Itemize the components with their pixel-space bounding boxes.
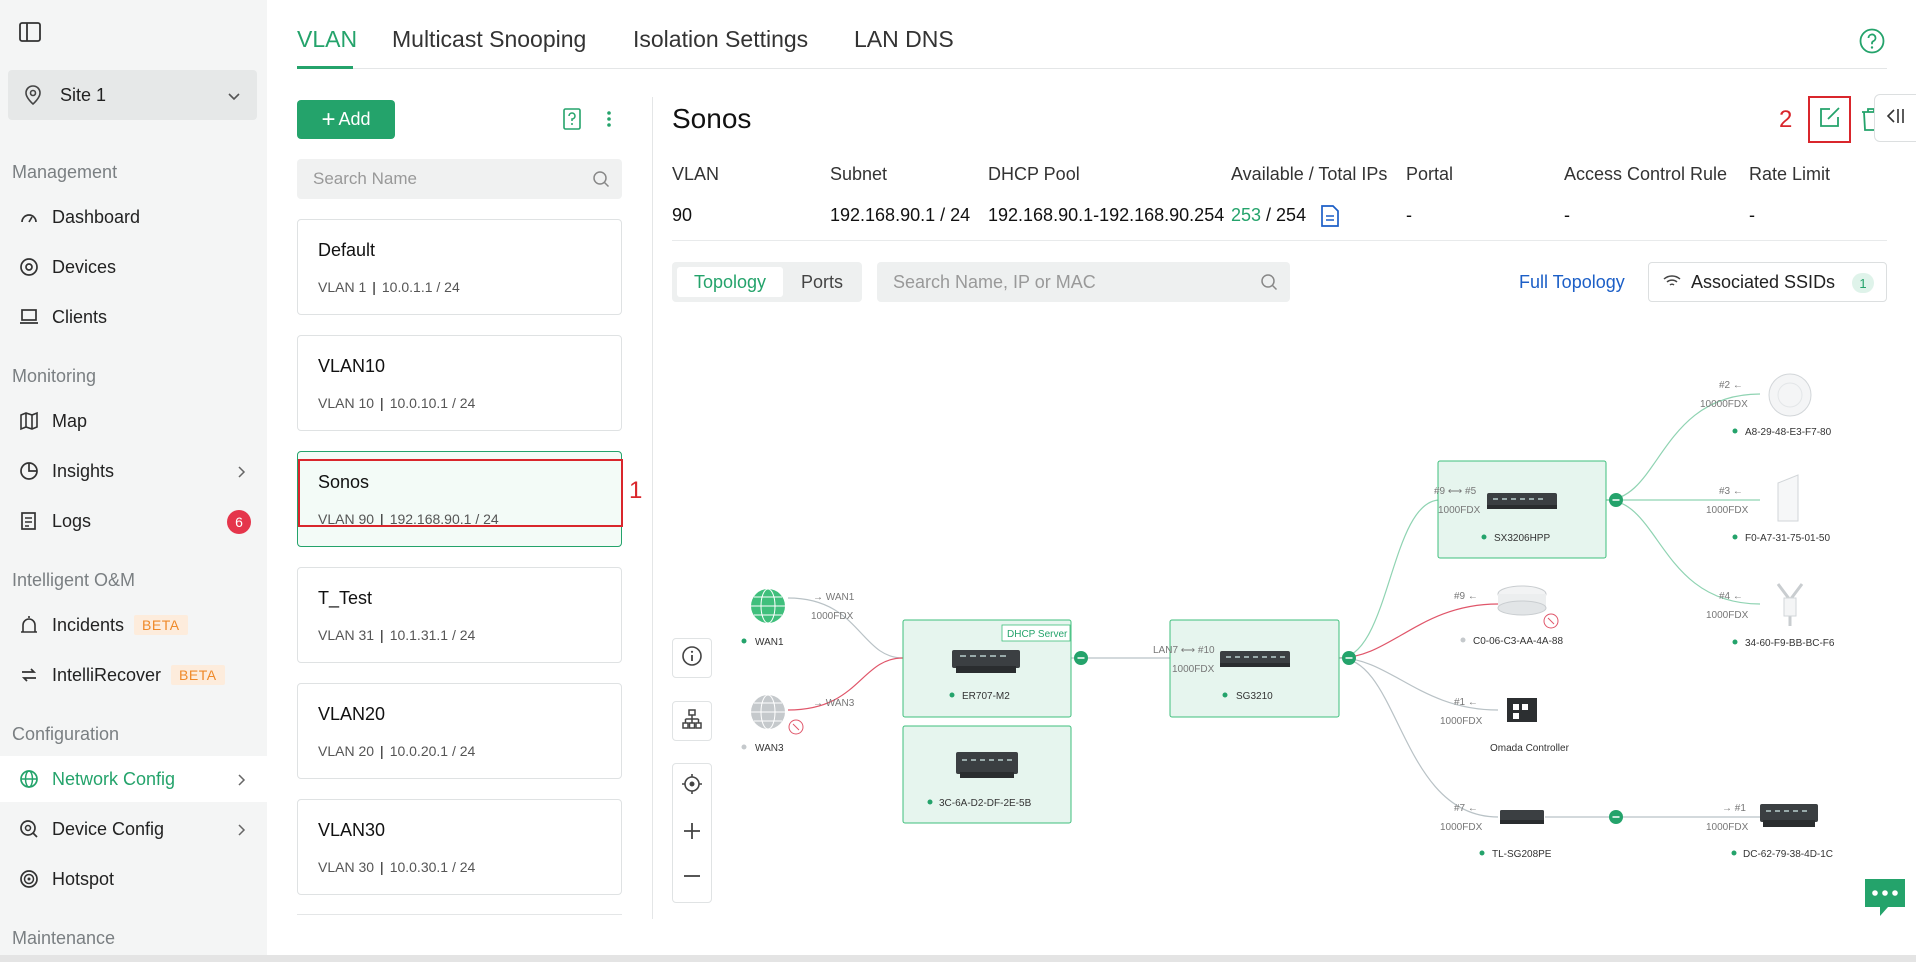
wan3-label: WAN3 bbox=[755, 743, 784, 754]
chat-bubble-icon bbox=[1862, 879, 1908, 922]
link-wan1 bbox=[787, 597, 904, 659]
tl-speed-label: 1000FDX bbox=[1440, 822, 1483, 833]
ap2-status-dot bbox=[1732, 534, 1738, 540]
wan1-port-label: → WAN1 bbox=[813, 592, 855, 603]
link-core-ap bbox=[1338, 603, 1499, 659]
dc-status-dot bbox=[1731, 850, 1737, 856]
tl-status-dot bbox=[1479, 850, 1485, 856]
wan3-status-dot bbox=[741, 744, 747, 750]
controller-label: Omada Controller bbox=[1490, 743, 1570, 754]
hpp-status-dot bbox=[1481, 534, 1487, 540]
ap2-speed-label: 1000FDX bbox=[1706, 505, 1749, 516]
hpp-switch-device-icon bbox=[1487, 493, 1557, 509]
dc-speed-label: 1000FDX bbox=[1706, 822, 1749, 833]
tl-switch-device-icon[interactable] bbox=[1500, 810, 1544, 824]
core-link-port-label: LAN7 ⟷ #10 bbox=[1153, 645, 1215, 656]
dc-port-label: → #1 bbox=[1722, 803, 1746, 814]
core-switch-label: SG3210 bbox=[1236, 691, 1273, 702]
wan1-globe-icon[interactable] bbox=[751, 588, 785, 624]
wan3-globe-icon[interactable] bbox=[751, 694, 785, 730]
ap1-port-label: #2 ← bbox=[1719, 380, 1743, 391]
link-core-hpp bbox=[1338, 499, 1441, 659]
ap3-speed-label: 1000FDX bbox=[1706, 610, 1749, 621]
ap3-status-dot bbox=[1732, 639, 1738, 645]
ap2-port-label: #3 ← bbox=[1719, 486, 1743, 497]
ap3-port-label: #4 ← bbox=[1719, 591, 1743, 602]
ceiling-ap-label: C0-06-C3-AA-4A-88 bbox=[1473, 636, 1563, 647]
router-status-dot bbox=[949, 692, 955, 698]
link-core-tl bbox=[1338, 657, 1499, 818]
wan1-label: WAN1 bbox=[755, 637, 784, 648]
router-device-icon bbox=[952, 650, 1020, 673]
topology-canvas: WAN1 → WAN1 1000FDX WAN3 → WAN3 DHCP Ser… bbox=[741, 373, 1835, 860]
controller-speed-label: 1000FDX bbox=[1440, 716, 1483, 727]
dc-switch-label: DC-62-79-38-4D-1C bbox=[1743, 849, 1833, 860]
ap3-label: 34-60-F9-BB-BC-F6 bbox=[1745, 638, 1835, 649]
hpp-switch-label: SX3206HPP bbox=[1494, 533, 1550, 544]
dc-switch-device-icon[interactable] bbox=[1760, 804, 1818, 827]
core-switch-device-icon bbox=[1220, 651, 1290, 667]
ap1-device-icon[interactable] bbox=[1768, 373, 1812, 417]
bottom-scrollbar[interactable] bbox=[0, 955, 1916, 962]
ap2-label: F0-A7-31-75-01-50 bbox=[1745, 533, 1830, 544]
hpp-link-port-label: #9 ⟷ #5 bbox=[1434, 486, 1477, 497]
core-link-speed-label: 1000FDX bbox=[1172, 664, 1215, 675]
router2-status-dot bbox=[927, 799, 933, 805]
hpp-link-speed-label: 1000FDX bbox=[1438, 505, 1481, 516]
ceiling-ap-port-label: #9 ← bbox=[1454, 591, 1478, 602]
wan3-port-label: → WAN3 bbox=[813, 698, 855, 709]
chat-support-button[interactable] bbox=[1862, 876, 1908, 918]
ap3-device-icon[interactable] bbox=[1776, 583, 1804, 626]
router2-label: 3C-6A-D2-DF-2E-5B bbox=[939, 798, 1032, 809]
dhcp-server-label: DHCP Server bbox=[1007, 629, 1068, 640]
ceiling-ap-status-dot bbox=[1460, 637, 1466, 643]
ceiling-ap-device-icon[interactable] bbox=[1497, 585, 1547, 616]
router2-device-icon bbox=[956, 752, 1018, 778]
controller-device-icon[interactable] bbox=[1507, 698, 1537, 722]
ap1-status-dot bbox=[1732, 428, 1738, 434]
core-switch-status-dot bbox=[1222, 692, 1228, 698]
ap1-speed-label: 10000FDX bbox=[1700, 399, 1748, 410]
tl-port-label: #7 ← bbox=[1454, 803, 1478, 814]
wan1-status-dot bbox=[741, 638, 747, 644]
controller-port-label: #1 ← bbox=[1454, 697, 1478, 708]
router-label: ER707-M2 bbox=[962, 691, 1010, 702]
wan1-speed-label: 1000FDX bbox=[811, 611, 854, 622]
ap1-label: A8-29-48-E3-F7-80 bbox=[1745, 427, 1832, 438]
ap2-device-icon[interactable] bbox=[1777, 474, 1799, 522]
tl-switch-label: TL-SG208PE bbox=[1492, 849, 1552, 860]
